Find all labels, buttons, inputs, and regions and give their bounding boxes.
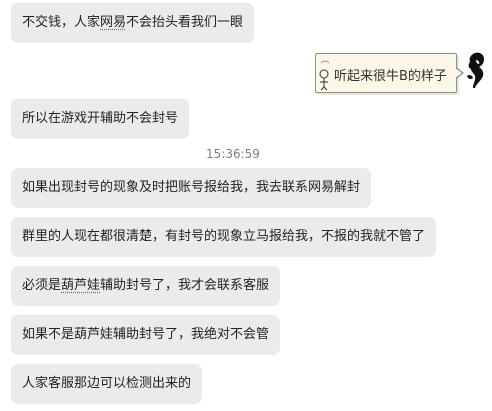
message-bubble: 人家客服那边可以检测出来的 <box>11 364 203 404</box>
message-bubble: 不交钱，人家网易不会抬头看我们一眼 <box>11 3 255 43</box>
self-message-bubble: 听起来很牛B的样子 <box>315 53 464 93</box>
message-text: 如果出现封号的现象及时把账号报给我，我去联系网易解封 <box>22 180 361 195</box>
message-bubble: 如果出现封号的现象及时把账号报给我，我去联系网易解封 <box>11 168 372 208</box>
message-bubble: 群里的人现在都很清楚，有封号的现象立马报给我，不报的我就不管了 <box>11 217 437 257</box>
message-text-underlined: 葫芦娃 <box>61 278 101 293</box>
doodle-icon <box>319 60 330 91</box>
chat-window: 不交钱，人家网易不会抬头看我们一眼 听起来很牛B的样子 所以在游戏开辅助不会封号… <box>0 0 492 411</box>
message-text-underlined: 网易 <box>100 15 127 30</box>
message-bubble: 必须是葫芦娃辅助封号了，我才会联系客服 <box>11 266 281 306</box>
message-text: 不会抬头看我们一眼 <box>126 15 244 30</box>
message-bubble: 如果不是葫芦娃辅助封号了，我绝对不会管 <box>11 315 281 355</box>
message-text: 必须是 <box>22 278 62 293</box>
message-text: 辅助封号了，我才会联系客服 <box>100 278 270 293</box>
message-bubble: 所以在游戏开辅助不会封号 <box>11 99 190 139</box>
message-text: 如果不是葫芦娃辅助封号了，我绝对不会管 <box>22 327 270 342</box>
self-message-text: 听起来很牛B的样子 <box>334 69 447 84</box>
message-text: 人家客服那边可以检测出来的 <box>22 376 192 391</box>
message-text: 群里的人现在都很清楚，有封号的现象立马报给我，不报的我就不管了 <box>22 229 426 244</box>
message-text: 不交钱，人家 <box>22 15 101 30</box>
message-text: 所以在游戏开辅助不会封号 <box>22 111 179 126</box>
timestamp: 15:36:59 <box>206 147 260 161</box>
person-silhouette-icon[interactable] <box>463 50 489 90</box>
